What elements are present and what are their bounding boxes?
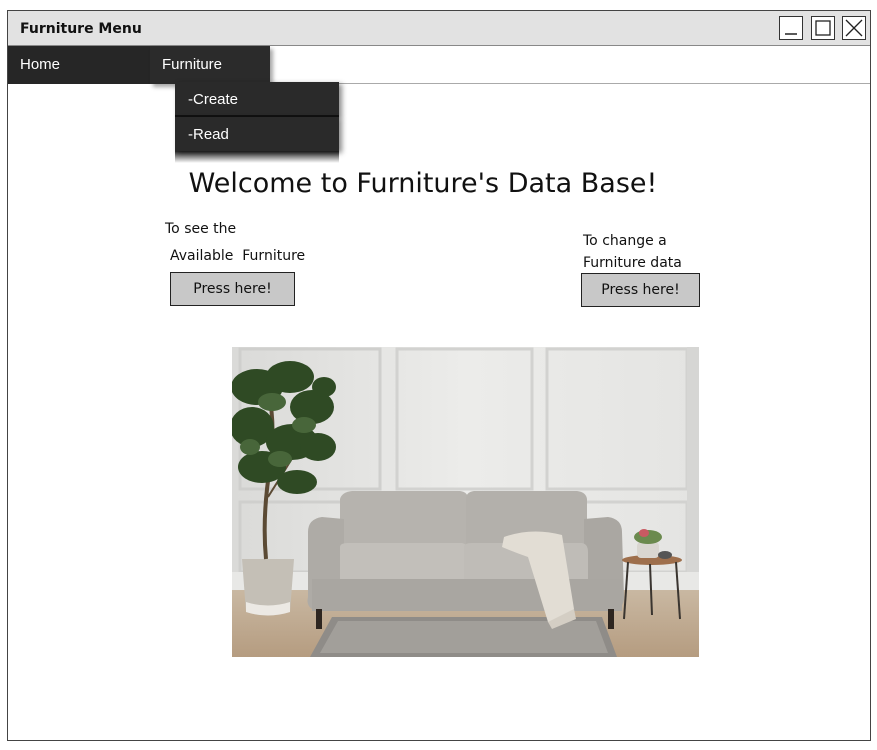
see-furniture-label-line2: Available Furniture: [170, 248, 306, 264]
welcome-heading: Welcome to Furniture's Data Base!: [188, 168, 658, 199]
window-title: Furniture Menu: [20, 21, 142, 37]
dropdown-item-read[interactable]: -Read: [175, 117, 339, 151]
app-window: Furniture Menu Home Furniture -Create -R…: [7, 10, 871, 741]
menu-bar: Home Furniture: [8, 46, 870, 84]
menu-furniture[interactable]: Furniture: [150, 46, 270, 84]
maximize-button[interactable]: [811, 16, 835, 40]
maximize-icon: [815, 20, 831, 36]
minimize-icon: [785, 33, 797, 35]
see-furniture-label-line1: To see the: [165, 221, 237, 237]
change-furniture-button[interactable]: Press here!: [581, 273, 700, 307]
dropdown-fade: [175, 151, 339, 163]
living-room-sofa-photo: [232, 347, 699, 657]
minimize-button[interactable]: [779, 16, 803, 40]
see-furniture-button[interactable]: Press here!: [170, 272, 295, 306]
close-icon: [845, 19, 863, 37]
menu-home[interactable]: Home: [8, 46, 150, 84]
dropdown-item-create[interactable]: -Create: [175, 82, 339, 117]
change-furniture-label-line1: To change a: [583, 233, 667, 249]
change-furniture-label-line2: Furniture data: [583, 255, 682, 271]
close-button[interactable]: [842, 16, 866, 40]
furniture-dropdown: -Create -Read: [175, 82, 339, 151]
title-bar: Furniture Menu: [8, 11, 870, 46]
